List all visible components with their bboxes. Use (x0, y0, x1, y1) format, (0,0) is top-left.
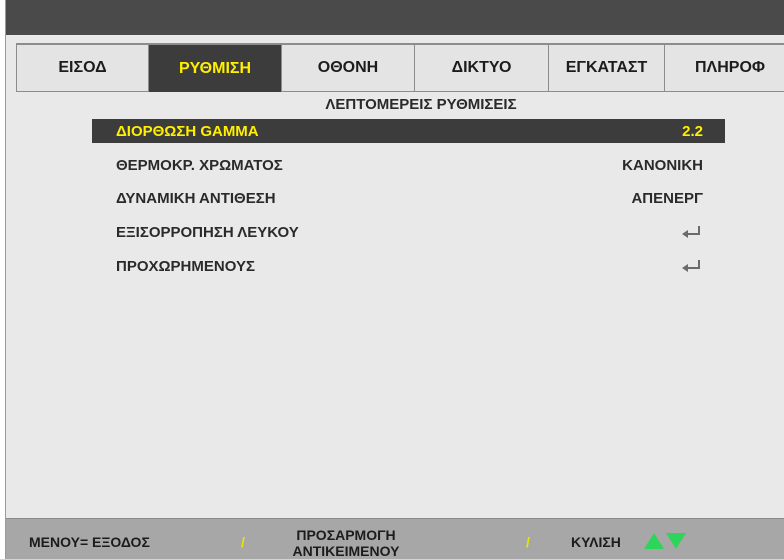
menu-item-label: ΕΞΙΣΟΡΡΟΠΗΣΗ ΛΕΥΚΟΥ (116, 223, 299, 241)
osd-menu: ΕΙΣΟΔ ΡΥΘΜΙΣΗ ΟΘΟΝΗ ΔΙΚΤΥΟ ΕΓΚΑΤΑΣΤ ΠΛΗΡ… (5, 0, 784, 559)
arrow-up-icon (644, 533, 664, 554)
menu-item-advanced[interactable]: ΠΡΟΧΩΡΗΜΕΝΟΥΣ (92, 254, 725, 278)
menu-item-label: ΔΥΝΑΜΙΚΗ ΑΝΤΙΘΕΣΗ (116, 189, 276, 207)
tab-setup[interactable]: ΡΥΘΜΙΣΗ (149, 44, 282, 92)
footer-help-bar: ΜΕΝΟΥ= ΕΞΟΔΟΣ / ΠΡΟΣΑΡΜΟΓΗ ΑΝΤΙΚΕΙΜΕΝΟΥ … (6, 518, 784, 559)
enter-icon (681, 259, 703, 273)
menu-item-label: ΘΕΡΜΟΚΡ. ΧΡΩΜΑΤΟΣ (116, 156, 283, 174)
menu-item-value: 2.2 (682, 122, 703, 140)
menu-item-value: ΑΠΕΝΕΡΓ (631, 189, 703, 207)
tab-display[interactable]: ΟΘΟΝΗ (282, 44, 415, 92)
footer-scroll-label: ΚΥΛΙΣΗ (571, 534, 621, 550)
footer-adjust-line1: ΠΡΟΣΑΡΜΟΓΗ (296, 527, 396, 543)
menu-item-label: ΔΙΟΡΘΩΣΗ GAMMA (116, 122, 259, 140)
footer-adjust-item: ΠΡΟΣΑΡΜΟΓΗ ΑΝΤΙΚΕΙΜΕΝΟΥ (276, 527, 416, 559)
menu-item-gamma-correction[interactable]: ΔΙΟΡΘΩΣΗ GAMMA 2.2 (92, 119, 725, 143)
menu-item-value: ΚΑΝΟΝΙΚΗ (622, 156, 703, 174)
menu-item-white-balance[interactable]: ΕΞΙΣΟΡΡΟΠΗΣΗ ΛΕΥΚΟΥ (92, 220, 725, 244)
footer-separator: / (526, 534, 530, 550)
tab-network[interactable]: ΔΙΚΤΥΟ (415, 44, 549, 92)
tab-bar: ΕΙΣΟΔ ΡΥΘΜΙΣΗ ΟΘΟΝΗ ΔΙΚΤΥΟ ΕΓΚΑΤΑΣΤ ΠΛΗΡ… (16, 43, 784, 92)
footer-adjust-line2: ΑΝΤΙΚΕΙΜΕΝΟΥ (292, 543, 400, 559)
arrow-down-icon (666, 533, 686, 554)
footer-menu-exit: ΜΕΝΟΥ= ΕΞΟΔΟΣ (29, 534, 150, 550)
tab-input[interactable]: ΕΙΣΟΔ (16, 44, 149, 92)
tab-info[interactable]: ΠΛΗΡΟΦ (665, 44, 784, 92)
tab-installation[interactable]: ΕΓΚΑΤΑΣΤ (549, 44, 665, 92)
enter-icon (681, 225, 703, 239)
menu-item-label: ΠΡΟΧΩΡΗΜΕΝΟΥΣ (116, 257, 255, 275)
page-title: ΛΕΠΤΟΜΕΡΕΙΣ ΡΥΘΜΙΣΕΙΣ (325, 96, 517, 113)
title-bar (6, 0, 784, 35)
menu-item-color-temperature[interactable]: ΘΕΡΜΟΚΡ. ΧΡΩΜΑΤΟΣ ΚΑΝΟΝΙΚΗ (92, 153, 725, 177)
footer-separator: / (241, 534, 245, 550)
menu-item-dynamic-contrast[interactable]: ΔΥΝΑΜΙΚΗ ΑΝΤΙΘΕΣΗ ΑΠΕΝΕΡΓ (92, 186, 725, 210)
